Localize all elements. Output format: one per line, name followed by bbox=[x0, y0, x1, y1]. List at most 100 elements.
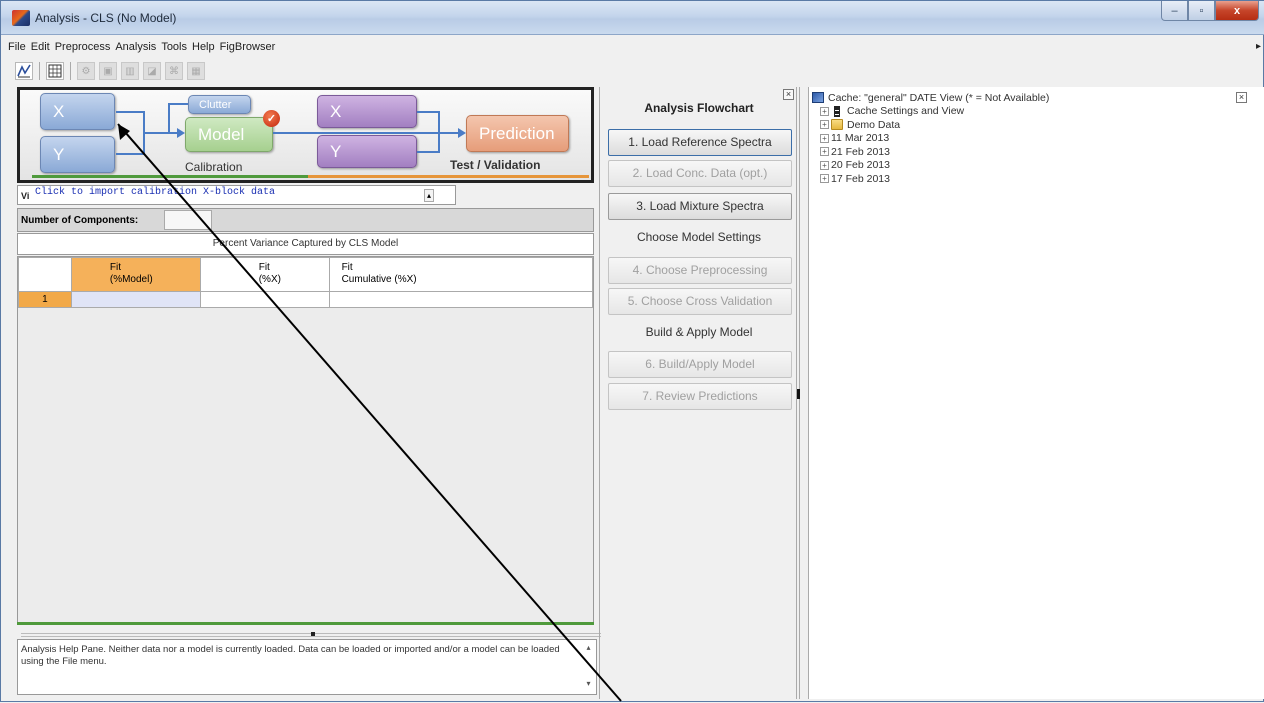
table-cell[interactable] bbox=[328, 291, 594, 308]
y-block-button[interactable]: Y bbox=[40, 136, 115, 173]
cache-header: Cache: "general" DATE View (* = Not Avai… bbox=[828, 91, 1050, 104]
column-header-line2: (%Model) bbox=[109, 274, 153, 285]
settings-icon bbox=[834, 105, 840, 117]
arrow-icon bbox=[177, 128, 185, 138]
menu-preprocess[interactable]: Preprocess bbox=[55, 41, 111, 53]
choose-cross-validation-button[interactable]: 5. Choose Cross Validation bbox=[608, 288, 792, 315]
test-underline bbox=[308, 175, 589, 178]
variance-table-area: Fit (%Model) Fit (%X) Fit Cumulative (%X… bbox=[17, 256, 594, 624]
column-header-fit-x[interactable]: Fit (%X) bbox=[199, 257, 330, 292]
tree-item[interactable]: + Demo Data bbox=[812, 118, 1049, 132]
grid-icon: ▦ bbox=[187, 62, 205, 80]
toolbar-separator bbox=[70, 62, 71, 80]
toolbar: ⚙ ▣ ▥ ◪ ⌘ ▦ bbox=[1, 59, 1264, 83]
x-test-button[interactable]: X bbox=[317, 95, 417, 128]
load-reference-spectra-button[interactable]: 1. Load Reference Spectra bbox=[608, 129, 792, 156]
x-block-button[interactable]: X bbox=[40, 93, 115, 130]
cache-icon bbox=[812, 92, 824, 104]
model-button[interactable]: Model bbox=[185, 117, 273, 152]
column-header-fit-cumulative[interactable]: Fit Cumulative (%X) bbox=[328, 257, 594, 292]
spreadsheet-icon[interactable] bbox=[46, 62, 64, 80]
menu-file[interactable]: File bbox=[8, 41, 26, 53]
tree-item[interactable]: + 20 Feb 2013 bbox=[812, 159, 1049, 173]
menu-help[interactable]: Help bbox=[192, 41, 215, 53]
review-predictions-button[interactable]: 7. Review Predictions bbox=[608, 383, 792, 410]
title-bar[interactable]: Analysis - CLS (No Model) – ▫ x bbox=[1, 1, 1264, 35]
cache-tree-root[interactable]: Cache: "general" DATE View (* = Not Avai… bbox=[812, 91, 1049, 105]
tree-item[interactable]: + 17 Feb 2013 bbox=[812, 172, 1049, 186]
column-header-line2: Cumulative (%X) bbox=[341, 274, 417, 285]
expand-icon[interactable]: + bbox=[820, 160, 829, 170]
window-controls: – ▫ x bbox=[1161, 1, 1259, 21]
minimize-button[interactable]: – bbox=[1161, 1, 1188, 21]
build-apply-model-button[interactable]: 6. Build/Apply Model bbox=[608, 351, 792, 378]
menu-overflow-icon[interactable]: ▸ bbox=[1256, 41, 1261, 52]
tree-item[interactable]: + 11 Mar 2013 bbox=[812, 132, 1049, 146]
folder-icon bbox=[831, 119, 843, 131]
connector-line bbox=[168, 103, 170, 133]
column-header-fit-model[interactable]: Fit (%Model) bbox=[70, 257, 201, 292]
close-panel-icon[interactable]: × bbox=[783, 89, 794, 100]
pane-splitter[interactable] bbox=[21, 632, 601, 637]
chart-icon[interactable] bbox=[15, 62, 33, 80]
components-input[interactable] bbox=[164, 210, 212, 230]
matlab-icon bbox=[12, 10, 30, 26]
analysis-flowchart-title: Analysis Flowchart bbox=[644, 101, 754, 115]
tree-item[interactable]: + Cache Settings and View bbox=[812, 105, 1049, 119]
menu-edit[interactable]: Edit bbox=[31, 41, 50, 53]
close-panel-icon[interactable]: × bbox=[1236, 92, 1247, 103]
table-cell[interactable] bbox=[199, 291, 330, 308]
toolbar-separator bbox=[39, 62, 40, 80]
tree-item-label: 11 Mar 2013 bbox=[831, 132, 890, 145]
column-header-line1: Fit bbox=[341, 262, 353, 273]
menu-bar: File Edit Preprocess Analysis Tools Help… bbox=[1, 37, 1264, 57]
model-settings-heading: Choose Model Settings bbox=[636, 230, 762, 244]
column-header-line1: Fit bbox=[258, 262, 270, 273]
prediction-button[interactable]: Prediction bbox=[466, 115, 569, 152]
clutter-button[interactable]: Clutter bbox=[188, 95, 251, 114]
splitter-handle[interactable] bbox=[797, 389, 800, 399]
menu-analysis[interactable]: Analysis bbox=[115, 41, 156, 53]
help-pane: Analysis Help Pane. Neither data nor a m… bbox=[17, 639, 597, 695]
expand-icon[interactable]: + bbox=[820, 106, 829, 116]
hint-scroll-icon[interactable]: ▴ bbox=[424, 189, 434, 202]
help-pane-text: Analysis Help Pane. Neither data nor a m… bbox=[21, 644, 560, 667]
choose-preprocessing-button[interactable]: 4. Choose Preprocessing bbox=[608, 257, 792, 284]
analysis-panel: X Y Clutter Model ✓ X Y Prediction Calib… bbox=[10, 87, 601, 697]
components-row: Number of Components: bbox=[17, 208, 594, 232]
close-button[interactable]: x bbox=[1215, 1, 1259, 21]
row-number[interactable]: 1 bbox=[18, 291, 72, 308]
connector-line bbox=[116, 153, 144, 155]
gear-icon: ⚙ bbox=[77, 62, 95, 80]
status-hint-bar: Vi Click to import calibration X-block d… bbox=[17, 185, 456, 205]
table-cell[interactable] bbox=[70, 291, 201, 308]
help-scrollbar[interactable]: ▴ ▾ bbox=[583, 642, 594, 692]
test-validation-label: Test / Validation bbox=[450, 158, 541, 172]
model-status-check-icon: ✓ bbox=[263, 110, 280, 127]
connector-line bbox=[168, 103, 188, 105]
expand-icon[interactable]: + bbox=[820, 147, 829, 157]
cache-browser-panel: × Cache: "general" DATE View (* = Not Av… bbox=[808, 87, 1264, 699]
splitter-handle[interactable] bbox=[311, 632, 315, 636]
expand-icon[interactable]: + bbox=[820, 174, 829, 184]
menu-tools[interactable]: Tools bbox=[161, 41, 187, 53]
bar-icon: ▥ bbox=[121, 62, 139, 80]
variance-table: Fit (%Model) Fit (%X) Fit Cumulative (%X… bbox=[18, 257, 594, 308]
table-row[interactable]: 1 bbox=[18, 291, 594, 308]
load-conc-data-button[interactable]: 2. Load Conc. Data (opt.) bbox=[608, 160, 792, 187]
y-test-button[interactable]: Y bbox=[317, 135, 417, 168]
maximize-button[interactable]: ▫ bbox=[1188, 1, 1215, 21]
calibration-underline bbox=[32, 175, 322, 178]
tree-item[interactable]: + 21 Feb 2013 bbox=[812, 145, 1049, 159]
expand-icon[interactable]: + bbox=[820, 133, 829, 143]
connector-line bbox=[116, 111, 144, 113]
variance-table-title: Percent Variance Captured by CLS Model bbox=[17, 233, 594, 255]
connector-line bbox=[144, 132, 177, 134]
load-mixture-spectra-button[interactable]: 3. Load Mixture Spectra bbox=[608, 193, 792, 220]
menu-figbrowser[interactable]: FigBrowser bbox=[220, 41, 276, 53]
panel-splitter[interactable] bbox=[796, 87, 800, 699]
cache-tree: Cache: "general" DATE View (* = Not Avai… bbox=[812, 91, 1049, 186]
status-hint-text: Click to import calibration X-block data bbox=[35, 187, 276, 198]
connector-line bbox=[417, 111, 439, 113]
expand-icon[interactable]: + bbox=[820, 120, 829, 130]
